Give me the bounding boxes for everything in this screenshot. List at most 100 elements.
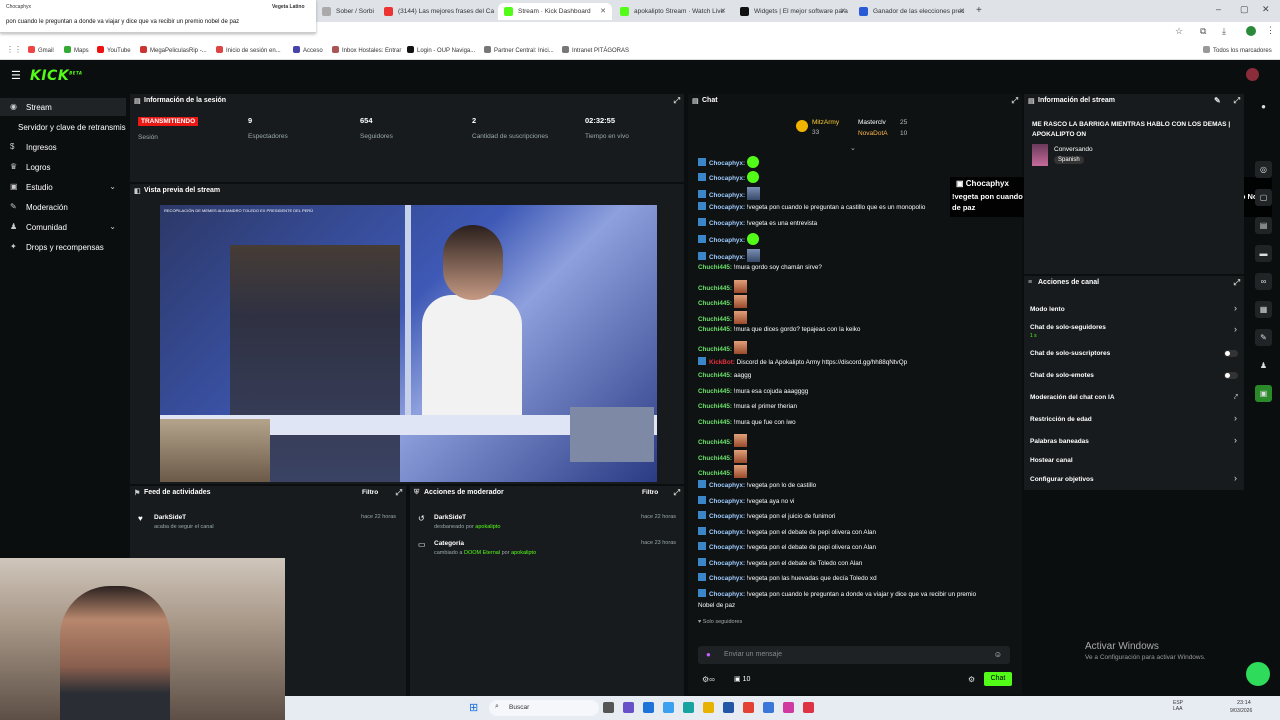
- chat-username[interactable]: Chocaphyx:: [709, 513, 747, 520]
- bookmark-youtube[interactable]: YouTube: [97, 46, 131, 54]
- windows-start-icon[interactable]: ⊞: [469, 701, 478, 714]
- settings-icon[interactable]: ⚙∞: [702, 675, 715, 684]
- close-icon[interactable]: ✕: [840, 7, 846, 15]
- chrome-icon[interactable]: [743, 702, 754, 713]
- bookmark-maps[interactable]: Maps: [64, 46, 89, 54]
- chat-username[interactable]: Chocaphyx:: [709, 529, 747, 536]
- app-icon[interactable]: [683, 702, 694, 713]
- chevron-down-icon[interactable]: ⌄: [850, 144, 856, 152]
- chat-username[interactable]: Chocaphyx:: [709, 220, 747, 227]
- expand-icon[interactable]: ⤢: [674, 96, 680, 106]
- maximize-icon[interactable]: ▢: [1240, 4, 1249, 15]
- chat-username[interactable]: Chuchi445:: [698, 388, 734, 395]
- camera-icon[interactable]: ◎: [1255, 161, 1272, 178]
- browser-tab[interactable]: (3144) Las mejores frases del Ca: [378, 3, 496, 20]
- chat-username[interactable]: Chocaphyx:: [709, 575, 747, 582]
- chat-username[interactable]: Chuchi445:: [698, 403, 734, 410]
- chat-username[interactable]: Chocaphyx:: [709, 560, 747, 567]
- chat-username[interactable]: Chocaphyx:: [709, 254, 747, 261]
- message-icon[interactable]: ▬: [1255, 245, 1272, 262]
- download-icon[interactable]: ⤓: [1222, 26, 1226, 37]
- bookmark-inicio-sesion[interactable]: Inicio de sesión en...: [216, 46, 281, 54]
- sidebar-item-ingresos[interactable]: $ Ingresos: [0, 138, 126, 156]
- expand-icon[interactable]: ⤢: [1012, 96, 1018, 106]
- window-close-icon[interactable]: ✕: [1262, 4, 1270, 15]
- edge-icon[interactable]: [663, 702, 674, 713]
- browser-tab[interactable]: Sober / Sorbi: [316, 3, 378, 20]
- browser-tab[interactable]: Ganador de las elecciones prec ✕: [853, 3, 971, 20]
- emotes-only-toggle[interactable]: [1224, 372, 1238, 379]
- info-icon[interactable]: ●: [1255, 98, 1272, 115]
- chevron-right-icon[interactable]: ›: [1234, 435, 1237, 445]
- chat-username[interactable]: KickBot:: [709, 359, 737, 366]
- bookmark-intranet[interactable]: Intranet PITÁGORAS: [562, 46, 629, 54]
- emote-bar[interactable]: [698, 630, 1008, 642]
- expand-icon[interactable]: ⤢: [1234, 96, 1240, 106]
- floating-chat-button[interactable]: [1246, 662, 1270, 686]
- folder-icon[interactable]: [703, 702, 714, 713]
- sidebar-item-comunidad[interactable]: ♟ Comunidad ⌄: [0, 218, 126, 236]
- document-icon[interactable]: ▤: [1255, 217, 1272, 234]
- app-icon[interactable]: [783, 702, 794, 713]
- chat-username[interactable]: Chocaphyx:: [709, 160, 747, 167]
- browser-tab[interactable]: Widgets | El mejor software para ✕: [734, 3, 852, 20]
- app-icon[interactable]: [723, 702, 734, 713]
- chat-username[interactable]: Chocaphyx:: [709, 591, 747, 598]
- expand-icon[interactable]: ⤢: [674, 488, 680, 498]
- close-icon[interactable]: ✕: [959, 7, 965, 15]
- chat-username[interactable]: Chocaphyx:: [709, 237, 747, 244]
- chat-username[interactable]: Chocaphyx:: [709, 175, 747, 182]
- expand-icon[interactable]: ⤢: [1234, 278, 1240, 288]
- new-tab-button[interactable]: +: [976, 5, 982, 16]
- subs-only-toggle[interactable]: [1224, 350, 1238, 357]
- chat-username[interactable]: Chocaphyx:: [709, 498, 747, 505]
- chat-username[interactable]: Chuchi445:: [698, 326, 734, 333]
- chat-username[interactable]: Chocaphyx:: [709, 544, 747, 551]
- external-link-icon[interactable]: ⤤: [1234, 394, 1238, 402]
- sidebar-item-drops[interactable]: ✦ Drops y recompensas: [0, 238, 126, 256]
- grid-icon[interactable]: ▦: [1255, 301, 1272, 318]
- language-indicator[interactable]: ESP LAA: [1173, 700, 1193, 712]
- app-icon[interactable]: [763, 702, 774, 713]
- star-icon[interactable]: ☆: [1175, 26, 1183, 37]
- chat-username[interactable]: Chuchi445:: [698, 316, 734, 323]
- chat-username[interactable]: Chuchi445:: [698, 346, 734, 353]
- emoji-icon[interactable]: ☺: [994, 650, 1002, 659]
- chat-icon[interactable]: ▢: [1255, 189, 1272, 206]
- taskbar-search[interactable]: ⌕ Buscar: [489, 700, 599, 716]
- chat-username[interactable]: Chuchi445:: [698, 455, 734, 462]
- chat-username[interactable]: Chuchi445:: [698, 300, 734, 307]
- chevron-right-icon[interactable]: ›: [1234, 324, 1237, 334]
- browser-tab-active[interactable]: Stream · Kick Dashboard ✕: [498, 3, 612, 20]
- sidebar-item-stream[interactable]: ◉ Stream: [0, 98, 126, 116]
- filter-button[interactable]: Filtro: [362, 489, 378, 496]
- filter-button[interactable]: Filtro: [642, 489, 658, 496]
- hamburger-icon[interactable]: ☰: [11, 69, 21, 82]
- profile-avatar[interactable]: [1246, 26, 1256, 36]
- send-chat-button[interactable]: Chat: [984, 672, 1012, 686]
- host-channel-setting[interactable]: Hostear canal: [1030, 457, 1073, 464]
- chat-input[interactable]: ● Enviar un mensaje ☺: [698, 646, 1010, 664]
- notification-popup[interactable]: Chocaphyx Vegeta Latino pon cuando le pr…: [0, 0, 316, 33]
- goals-setting[interactable]: Configurar objetivos: [1030, 476, 1094, 483]
- kick-logo[interactable]: KICKBETA: [30, 68, 82, 84]
- sidebar-item-moderacion[interactable]: ✎ Moderación: [0, 198, 126, 216]
- chevron-right-icon[interactable]: ›: [1234, 303, 1237, 313]
- teams-icon[interactable]: [623, 702, 634, 713]
- age-restriction-setting[interactable]: Restricción de edad: [1030, 416, 1092, 423]
- taskview-icon[interactable]: [603, 702, 614, 713]
- chevron-right-icon[interactable]: ›: [1234, 473, 1237, 483]
- sidebar-item-logros[interactable]: ♛ Logros: [0, 158, 126, 176]
- bookmark-login-oup[interactable]: Login - OUP Naviga...: [407, 46, 475, 54]
- extensions-icon[interactable]: ⧉: [1200, 26, 1206, 37]
- ai-moderation-setting[interactable]: Moderación del chat con IA: [1030, 394, 1115, 401]
- browser-tab[interactable]: apokalipto Stream · Watch Live ✕: [614, 3, 732, 20]
- slow-mode-setting[interactable]: Modo lento: [1030, 306, 1065, 313]
- chevron-right-icon[interactable]: ›: [1234, 413, 1237, 423]
- bookmark-inbox-hostales[interactable]: Inbox Hostales: Entrar: [332, 46, 401, 54]
- chat-username[interactable]: Chuchi445:: [698, 285, 734, 292]
- mic-icon[interactable]: ●: [706, 650, 711, 659]
- user-avatar[interactable]: [1246, 68, 1259, 81]
- app-icon[interactable]: [803, 702, 814, 713]
- bookmark-partner-central[interactable]: Partner Central: Inici...: [484, 46, 554, 54]
